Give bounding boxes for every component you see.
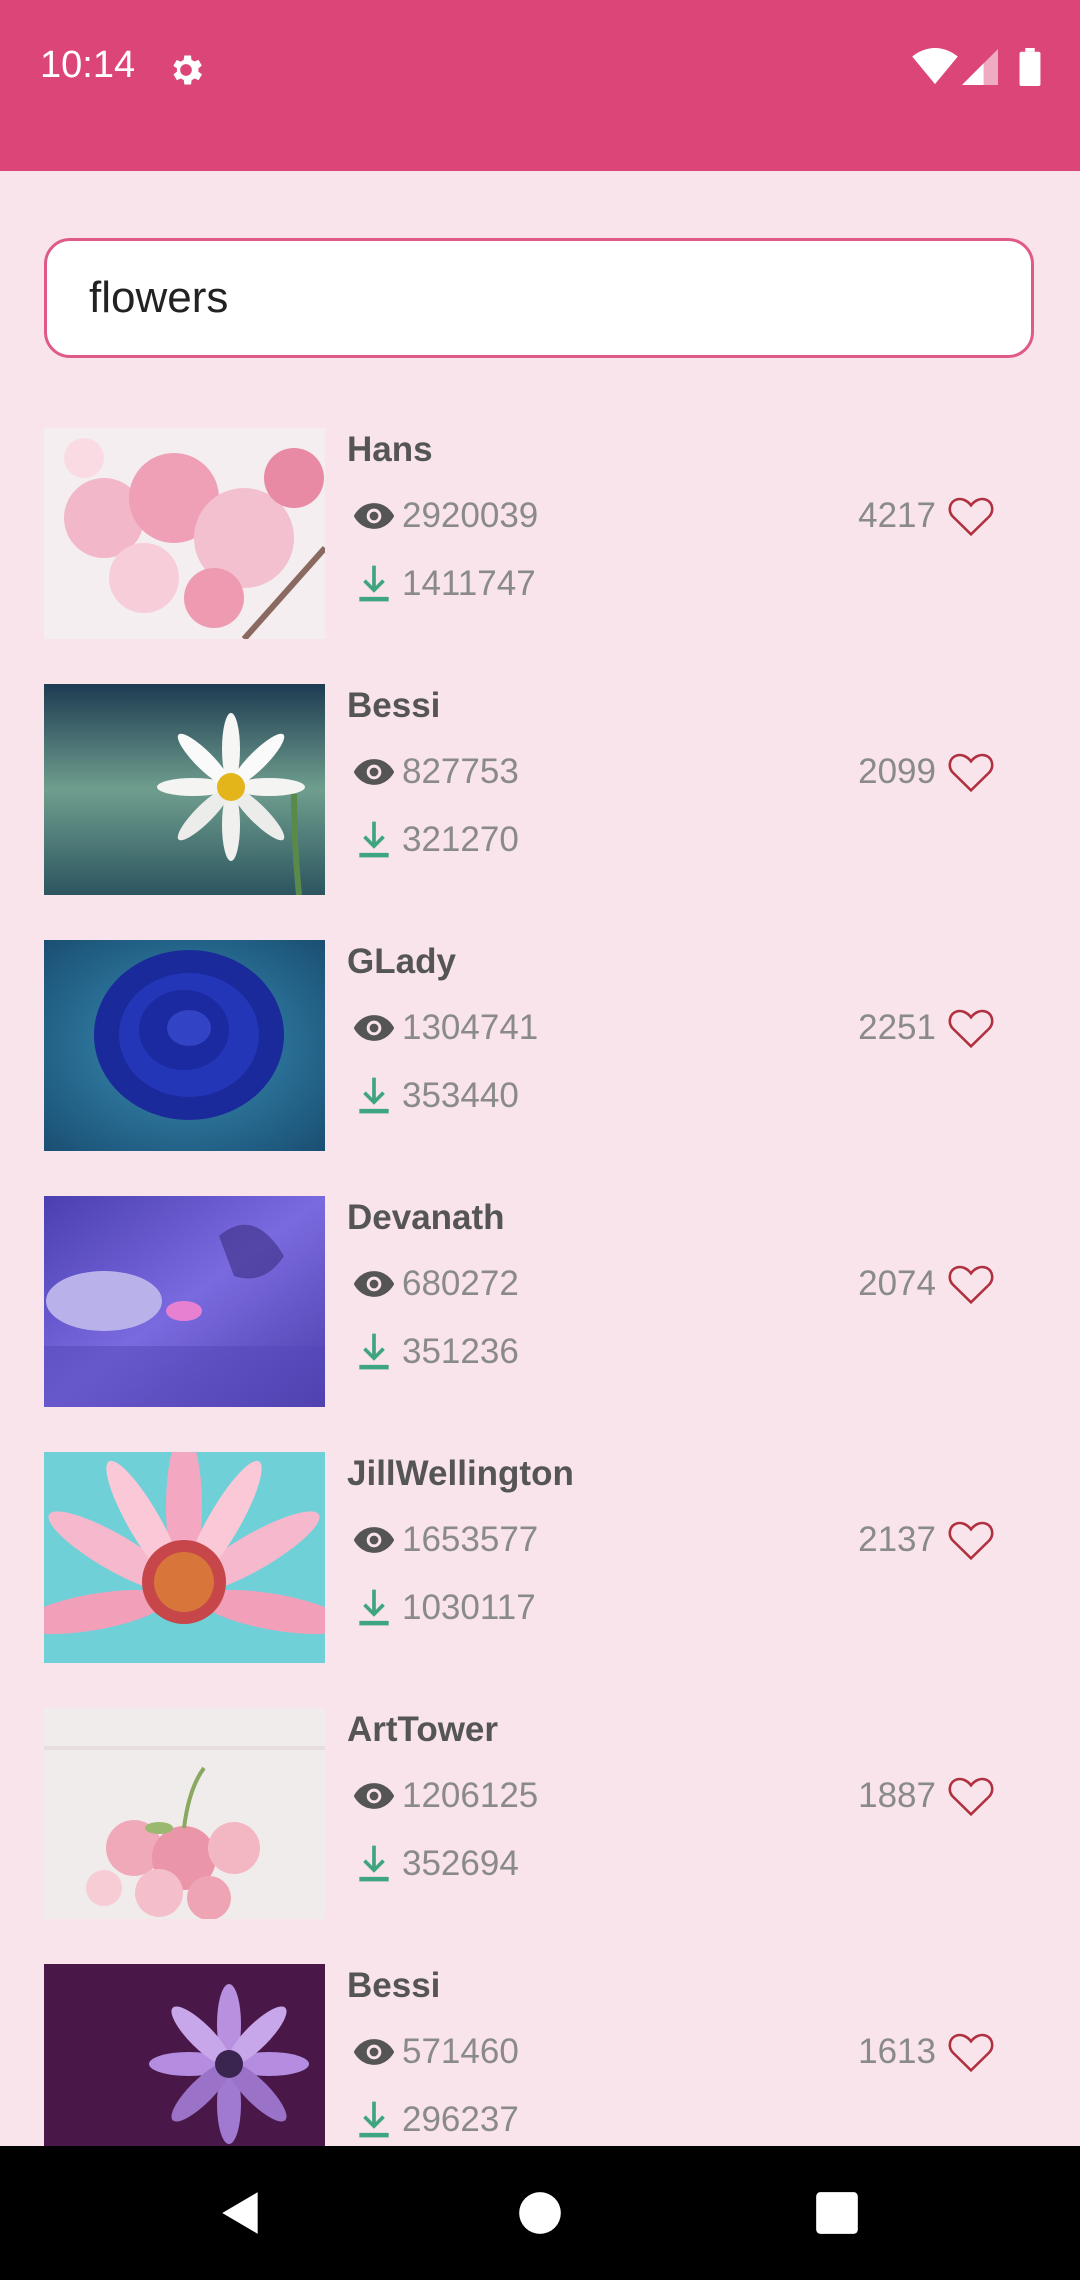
list-item[interactable]: Devanath 680272 351236 2074 bbox=[0, 1196, 1080, 1408]
eye-icon bbox=[353, 759, 395, 785]
likes-count[interactable]: 2074 bbox=[858, 1262, 996, 1306]
download-icon bbox=[359, 1077, 389, 1114]
author-name: Bessi bbox=[347, 686, 441, 725]
author-name: Devanath bbox=[347, 1198, 505, 1237]
author-name: Hans bbox=[347, 430, 433, 469]
views-count: 1304741 bbox=[352, 1006, 538, 1050]
heart-icon[interactable] bbox=[946, 1518, 996, 1562]
likes-count[interactable]: 2251 bbox=[858, 1006, 996, 1050]
thumbnail-image[interactable] bbox=[44, 1452, 325, 1663]
likes-value: 1887 bbox=[858, 1776, 936, 1815]
eye-icon bbox=[353, 1783, 395, 1809]
views-value: 1304741 bbox=[402, 1008, 539, 1047]
likes-count[interactable]: 1887 bbox=[858, 1774, 996, 1818]
download-icon bbox=[359, 821, 389, 858]
list-item[interactable]: GLady 1304741 353440 2251 bbox=[0, 940, 1080, 1152]
downloads-count: 351236 bbox=[352, 1330, 519, 1374]
download-icon bbox=[359, 1845, 389, 1882]
downloads-value: 353440 bbox=[402, 1076, 519, 1115]
thumbnail-image[interactable] bbox=[44, 1964, 325, 2146]
heart-icon[interactable] bbox=[946, 750, 996, 794]
eye-icon bbox=[353, 503, 395, 529]
views-count: 680272 bbox=[352, 1262, 519, 1306]
list-item[interactable]: Bessi 827753 321270 2099 bbox=[0, 684, 1080, 896]
thumbnail-image[interactable] bbox=[44, 1708, 325, 1919]
likes-count[interactable]: 1613 bbox=[858, 2030, 996, 2074]
download-icon bbox=[359, 565, 389, 602]
search-input-value: flowers bbox=[89, 273, 229, 322]
back-icon[interactable] bbox=[216, 2188, 266, 2238]
list-item[interactable]: JillWellington 1653577 1030117 2137 bbox=[0, 1452, 1080, 1664]
views-count: 1653577 bbox=[352, 1518, 538, 1562]
heart-icon[interactable] bbox=[946, 2030, 996, 2074]
views-count: 827753 bbox=[352, 750, 519, 794]
views-value: 680272 bbox=[402, 1264, 519, 1303]
list-item[interactable]: Hans 2920039 1411747 4217 bbox=[0, 428, 1080, 640]
views-value: 1206125 bbox=[402, 1776, 539, 1815]
likes-value: 1613 bbox=[858, 2032, 936, 2071]
heart-icon[interactable] bbox=[946, 494, 996, 538]
likes-value: 2137 bbox=[858, 1520, 936, 1559]
results-list[interactable]: Hans 2920039 1411747 4217 Bessi 827753 3… bbox=[0, 428, 1080, 2146]
views-value: 571460 bbox=[402, 2032, 519, 2071]
search-input[interactable]: flowers bbox=[44, 238, 1034, 358]
eye-icon bbox=[353, 1527, 395, 1553]
signal-icon bbox=[962, 49, 998, 85]
thumbnail-image[interactable] bbox=[44, 428, 325, 639]
downloads-value: 321270 bbox=[402, 820, 519, 859]
likes-value: 2099 bbox=[858, 752, 936, 791]
list-item[interactable]: Bessi 571460 296237 1613 bbox=[0, 1964, 1080, 2146]
views-count: 571460 bbox=[352, 2030, 519, 2074]
eye-icon bbox=[353, 2039, 395, 2065]
likes-value: 4217 bbox=[858, 496, 936, 535]
downloads-count: 353440 bbox=[352, 1074, 519, 1118]
views-count: 1206125 bbox=[352, 1774, 538, 1818]
author-name: ArtTower bbox=[347, 1710, 499, 1749]
downloads-value: 296237 bbox=[402, 2100, 519, 2139]
author-name: JillWellington bbox=[347, 1454, 574, 1493]
thumbnail-image[interactable] bbox=[44, 940, 325, 1151]
eye-icon bbox=[353, 1271, 395, 1297]
download-icon bbox=[359, 2101, 389, 2138]
navigation-bar bbox=[0, 2146, 1080, 2280]
views-value: 2920039 bbox=[402, 496, 539, 535]
views-count: 2920039 bbox=[352, 494, 538, 538]
wifi-icon bbox=[912, 48, 958, 85]
downloads-value: 352694 bbox=[402, 1844, 519, 1883]
likes-count[interactable]: 2099 bbox=[858, 750, 996, 794]
downloads-count: 1030117 bbox=[352, 1586, 536, 1630]
home-icon[interactable] bbox=[515, 2188, 565, 2238]
heart-icon[interactable] bbox=[946, 1774, 996, 1818]
views-value: 1653577 bbox=[402, 1520, 539, 1559]
thumbnail-image[interactable] bbox=[44, 684, 325, 895]
download-icon bbox=[359, 1333, 389, 1370]
downloads-value: 1030117 bbox=[402, 1588, 536, 1627]
downloads-count: 321270 bbox=[352, 818, 519, 862]
views-value: 827753 bbox=[402, 752, 519, 791]
status-time: 10:14 bbox=[40, 44, 136, 86]
likes-count[interactable]: 4217 bbox=[858, 494, 996, 538]
heart-icon[interactable] bbox=[946, 1262, 996, 1306]
download-icon bbox=[359, 1589, 389, 1626]
recents-icon[interactable] bbox=[812, 2188, 862, 2238]
author-name: Bessi bbox=[347, 1966, 441, 2005]
battery-icon bbox=[1019, 48, 1041, 86]
downloads-count: 352694 bbox=[352, 1842, 519, 1886]
eye-icon bbox=[353, 1015, 395, 1041]
list-item[interactable]: ArtTower 1206125 352694 1887 bbox=[0, 1708, 1080, 1920]
downloads-value: 351236 bbox=[402, 1332, 519, 1371]
thumbnail-image[interactable] bbox=[44, 1196, 325, 1407]
likes-value: 2251 bbox=[858, 1008, 936, 1047]
author-name: GLady bbox=[347, 942, 456, 981]
gear-icon bbox=[173, 55, 202, 85]
likes-count[interactable]: 2137 bbox=[858, 1518, 996, 1562]
status-bar: 10:14 bbox=[0, 0, 1080, 171]
heart-icon[interactable] bbox=[946, 1006, 996, 1050]
downloads-value: 1411747 bbox=[402, 564, 536, 603]
likes-value: 2074 bbox=[858, 1264, 936, 1303]
downloads-count: 1411747 bbox=[352, 562, 536, 606]
downloads-count: 296237 bbox=[352, 2098, 519, 2142]
